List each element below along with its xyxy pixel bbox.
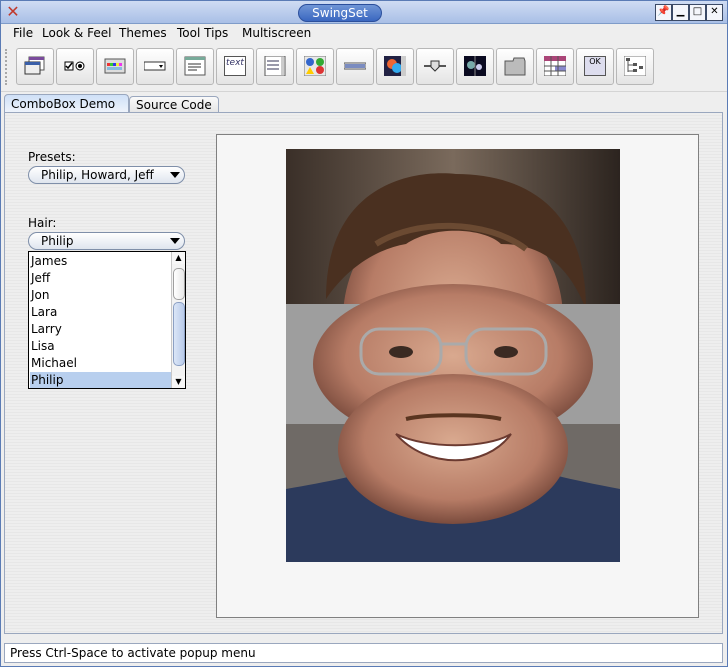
toolbar-grip[interactable] (5, 49, 13, 85)
slider-button[interactable] (416, 48, 454, 85)
menu-themes[interactable]: Themes (119, 26, 167, 40)
list-item-selected[interactable]: Philip (30, 372, 172, 388)
hair-label: Hair: (28, 216, 57, 230)
file-chooser-button[interactable] (176, 48, 214, 85)
chevron-down-icon[interactable] (170, 238, 180, 244)
presets-value: Philip, Howard, Jeff (41, 168, 154, 182)
close-x-icon[interactable]: ✕ (5, 4, 21, 20)
scroll-up-icon[interactable]: ▲ (172, 252, 185, 264)
list-button[interactable] (256, 48, 294, 85)
color-chooser-icon (104, 58, 126, 74)
checkbox-radio-icon (64, 61, 85, 71)
menu-look-and-feel[interactable]: Look & Feel (42, 26, 111, 40)
scroll-down-icon[interactable]: ▼ (172, 376, 185, 388)
editor-pane-button[interactable]: text (216, 48, 254, 85)
tooltip-button[interactable]: OK (576, 48, 614, 85)
scroll-pane-icon (384, 56, 406, 76)
close-button[interactable]: ✕ (706, 4, 723, 21)
list-scrollbar[interactable]: ▲ ▼ (171, 252, 185, 388)
status-bar: Press Ctrl-Space to activate popup menu (4, 643, 723, 663)
hair-dropdown-list[interactable]: James Jeff Jon Lara Larry Lisa Michael P… (28, 251, 186, 389)
list-item[interactable]: Jon (30, 287, 172, 304)
list-item[interactable]: James (30, 253, 172, 270)
split-pane-button[interactable] (456, 48, 494, 85)
list-item[interactable]: Jeff (30, 270, 172, 287)
color-chooser-button[interactable] (96, 48, 134, 85)
progress-bar-button[interactable] (336, 48, 374, 85)
hair-combobox[interactable]: Philip (28, 232, 185, 250)
tooltip-icon: OK (584, 56, 606, 76)
scroll-pane-button[interactable] (376, 48, 414, 85)
face-image (286, 149, 620, 562)
tree-button[interactable] (616, 48, 654, 85)
pin-icon[interactable]: 📌 (655, 4, 672, 21)
option-pane-icon (304, 56, 326, 76)
minimize-button[interactable]: ▁ (672, 4, 689, 21)
list-item[interactable]: Lara (30, 304, 172, 321)
presets-combobox[interactable]: Philip, Howard, Jeff (28, 166, 185, 184)
list-item[interactable]: Lisa (30, 338, 172, 355)
tab-source-code[interactable]: Source Code (129, 96, 219, 112)
menu-bar: File Look & Feel Themes Tool Tips Multis… (1, 24, 727, 42)
option-pane-button[interactable] (296, 48, 334, 85)
title-bar[interactable]: ✕ SwingSet 📌 ▁ □ ✕ (1, 1, 727, 24)
split-pane-icon (464, 56, 486, 76)
checkbox-radio-button[interactable] (56, 48, 94, 85)
scrollbar-thumb[interactable] (173, 302, 185, 366)
scrollbar-track-handle[interactable] (173, 268, 185, 300)
combobox-icon (144, 61, 166, 71)
menu-file[interactable]: File (13, 26, 33, 40)
toolbar: text OK (1, 43, 727, 92)
chevron-down-icon[interactable] (170, 172, 180, 178)
window-title: SwingSet (298, 4, 382, 22)
file-chooser-icon (184, 56, 206, 76)
progress-bar-icon (344, 62, 366, 70)
maximize-button[interactable]: □ (689, 4, 706, 21)
tab-combobox-demo[interactable]: ComboBox Demo (4, 94, 129, 112)
list-icon (264, 56, 286, 76)
tabbed-pane-icon (504, 57, 526, 76)
slider-icon (424, 60, 446, 72)
list-item[interactable]: Michael (30, 355, 172, 372)
tabbed-pane-button[interactable] (496, 48, 534, 85)
presets-label: Presets: (28, 150, 76, 164)
hair-value: Philip (41, 234, 74, 248)
text-icon: text (224, 56, 246, 76)
table-button[interactable] (536, 48, 574, 85)
swingset-window: ✕ SwingSet 📌 ▁ □ ✕ File Look & Feel Them… (0, 0, 728, 667)
table-icon (544, 56, 566, 76)
menu-tool-tips[interactable]: Tool Tips (177, 26, 228, 40)
composite-face-photo (286, 149, 620, 562)
tree-icon (624, 56, 646, 76)
internal-frame-button[interactable] (16, 48, 54, 85)
list-item[interactable]: Larry (30, 321, 172, 338)
internal-frame-icon (24, 56, 45, 75)
menu-multiscreen[interactable]: Multiscreen (242, 26, 311, 40)
combobox-button[interactable] (136, 48, 174, 85)
